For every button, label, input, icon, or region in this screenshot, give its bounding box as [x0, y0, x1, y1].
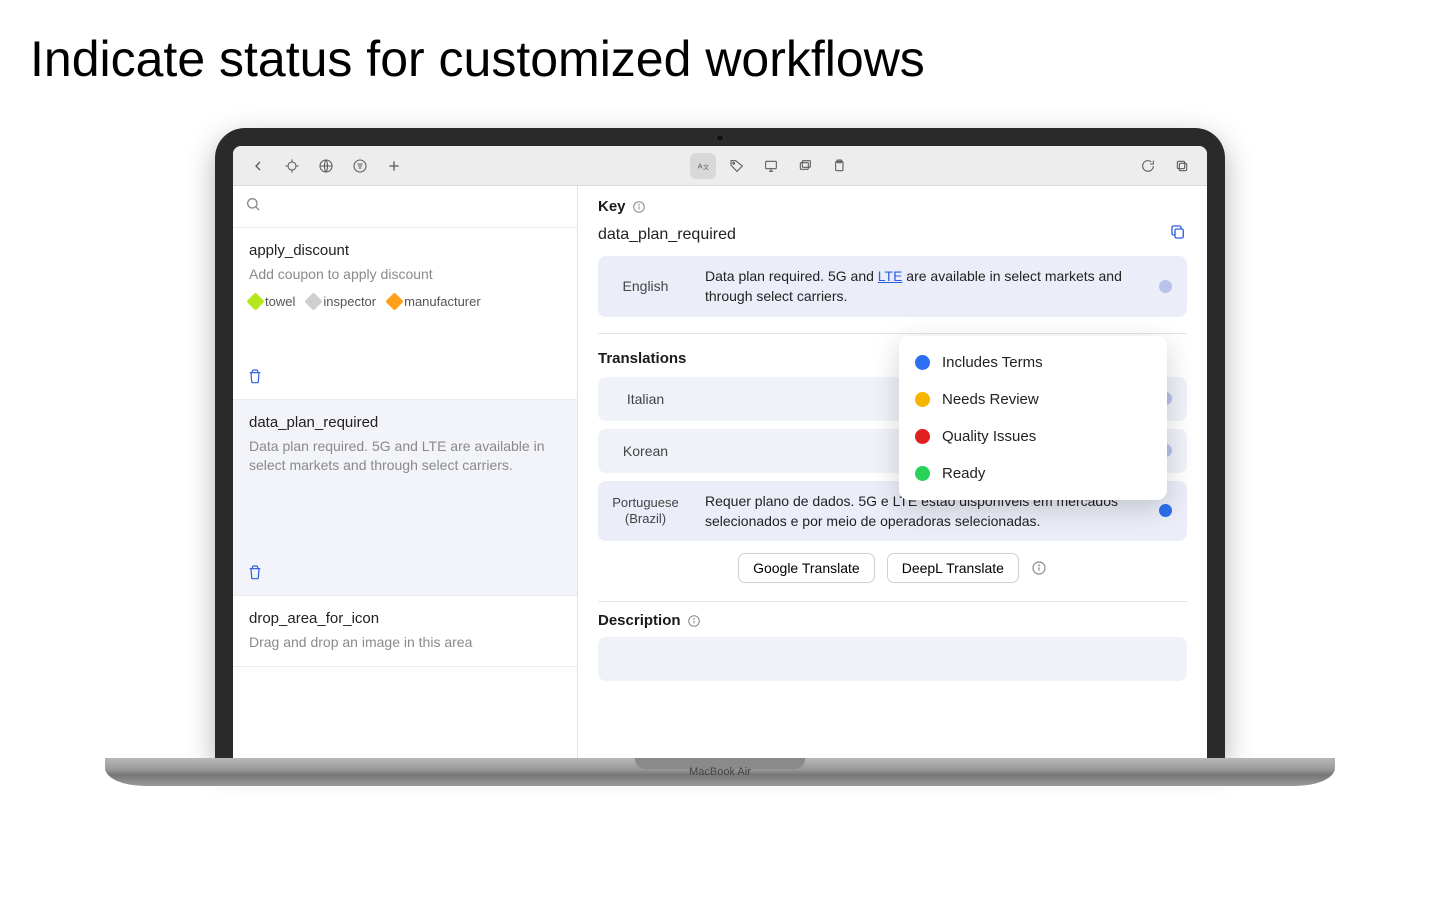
filter-icon-button[interactable]	[347, 153, 373, 179]
status-option-label: Quality Issues	[942, 428, 1036, 445]
list-item-desc: Drag and drop an image in this area	[249, 633, 561, 652]
tag-label: manufacturer	[404, 294, 481, 309]
status-option[interactable]: Includes Terms	[899, 344, 1167, 381]
target-icon-button[interactable]	[279, 153, 305, 179]
copy-all-button[interactable]	[1169, 153, 1195, 179]
images-icon-button[interactable]	[792, 153, 818, 179]
list-item-desc: Data plan required. 5G and LTE are avail…	[249, 437, 561, 475]
translate-mode-button[interactable]: A文	[690, 153, 716, 179]
status-option[interactable]: Needs Review	[899, 381, 1167, 418]
list-item[interactable]: data_plan_required Data plan required. 5…	[233, 400, 577, 596]
tag-label: towel	[265, 294, 295, 309]
key-section-label: Key	[598, 198, 1187, 215]
toolbar: A文	[233, 146, 1207, 186]
tag-icon	[385, 292, 403, 310]
translation-lang: Italian	[598, 377, 693, 421]
info-icon[interactable]	[632, 200, 646, 214]
status-popover: Includes Terms Needs Review Quality Issu…	[899, 336, 1167, 500]
tag-icon	[246, 292, 264, 310]
description-label: Description	[598, 612, 1187, 629]
svg-text:文: 文	[703, 163, 709, 171]
status-dot	[1159, 280, 1172, 293]
status-option[interactable]: Quality Issues	[899, 418, 1167, 455]
page-title: Indicate status for customized workflows	[0, 0, 1440, 108]
section-divider	[598, 333, 1187, 334]
device-chin: MacBook Air	[105, 758, 1335, 786]
status-dot	[1159, 504, 1172, 517]
detail-pane: Key data_plan_required English Data plan…	[578, 186, 1207, 758]
back-button[interactable]	[245, 153, 271, 179]
description-input[interactable]	[598, 637, 1187, 681]
source-text: Data plan required. 5G and LTE are avail…	[693, 256, 1153, 317]
status-option-dot	[915, 429, 930, 444]
google-translate-button[interactable]: Google Translate	[738, 553, 875, 583]
copy-key-button[interactable]	[1169, 223, 1187, 246]
info-icon[interactable]	[687, 614, 701, 628]
status-option[interactable]: Ready	[899, 455, 1167, 492]
delete-item-button[interactable]	[247, 564, 263, 585]
search-row[interactable]	[233, 186, 577, 228]
list-item-key: drop_area_for_icon	[249, 610, 561, 627]
status-option-label: Includes Terms	[942, 354, 1043, 371]
globe-icon-button[interactable]	[313, 153, 339, 179]
status-dot-button[interactable]	[1153, 256, 1187, 317]
list-item-desc: Add coupon to apply discount	[249, 265, 561, 284]
info-icon[interactable]	[1031, 560, 1047, 576]
list-item[interactable]: drop_area_for_icon Drag and drop an imag…	[233, 596, 577, 667]
list-item-tags: towel inspector manufacturer	[249, 294, 561, 309]
status-option-label: Ready	[942, 465, 985, 482]
status-option-dot	[915, 466, 930, 481]
section-divider	[598, 601, 1187, 602]
key-name: data_plan_required	[598, 226, 736, 244]
status-option-label: Needs Review	[942, 391, 1039, 408]
tag-icon	[305, 292, 323, 310]
device-label: MacBook Air	[689, 766, 751, 778]
refresh-button[interactable]	[1135, 153, 1161, 179]
source-row[interactable]: English Data plan required. 5G and LTE a…	[598, 256, 1187, 317]
device-preview-button[interactable]	[758, 153, 784, 179]
camera-dot	[716, 134, 724, 142]
tag-label: inspector	[323, 294, 376, 309]
device-frame: A文	[215, 128, 1225, 758]
deepl-translate-button[interactable]: DeepL Translate	[887, 553, 1019, 583]
list-item-tag[interactable]: inspector	[307, 294, 376, 309]
status-option-dot	[915, 355, 930, 370]
list-item-key: data_plan_required	[249, 414, 561, 431]
list-item-tag[interactable]: manufacturer	[388, 294, 481, 309]
sidebar: apply_discount Add coupon to apply disco…	[233, 186, 578, 758]
key-section-label-text: Key	[598, 198, 626, 215]
translation-lang: Portuguese (Brazil)	[598, 481, 693, 542]
description-label-text: Description	[598, 612, 681, 629]
search-icon	[245, 196, 261, 212]
source-lang: English	[598, 256, 693, 317]
tag-icon-button[interactable]	[724, 153, 750, 179]
term-link[interactable]: LTE	[878, 268, 903, 284]
list-item-tag[interactable]: towel	[249, 294, 295, 309]
status-option-dot	[915, 392, 930, 407]
clipboard-icon-button[interactable]	[826, 153, 852, 179]
add-button[interactable]	[381, 153, 407, 179]
svg-text:A: A	[698, 161, 703, 170]
list-item[interactable]: apply_discount Add coupon to apply disco…	[233, 228, 577, 400]
source-text-before: Data plan required. 5G and	[705, 268, 878, 284]
list-item-key: apply_discount	[249, 242, 561, 259]
delete-item-button[interactable]	[247, 368, 263, 389]
translation-lang: Korean	[598, 429, 693, 473]
app-screen: A文	[233, 146, 1207, 758]
